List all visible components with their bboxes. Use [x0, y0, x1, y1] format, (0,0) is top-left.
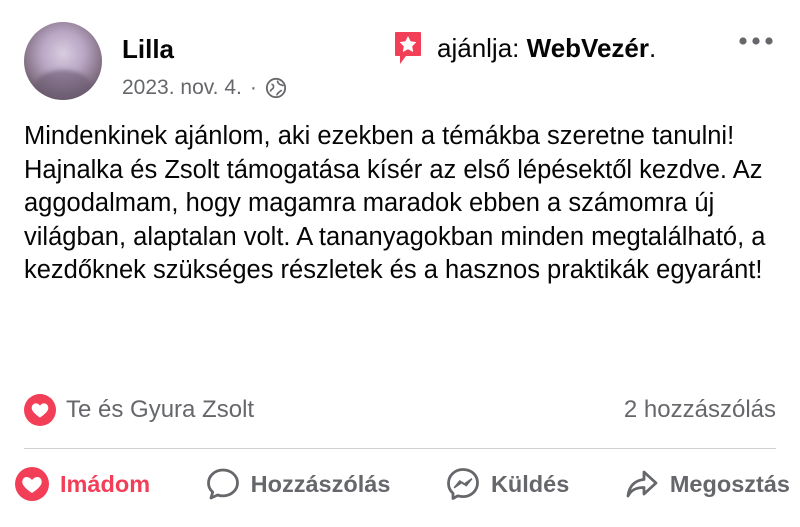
- share-icon: [626, 470, 658, 498]
- avatar[interactable]: [24, 22, 102, 100]
- more-options-icon[interactable]: [738, 36, 774, 46]
- comment-count[interactable]: 2 hozzászólás: [624, 396, 776, 424]
- love-label: Imádom: [60, 470, 151, 497]
- heart-icon: [15, 467, 49, 501]
- comment-button[interactable]: Hozzászólás: [205, 466, 391, 502]
- share-label: Megosztás: [669, 470, 790, 497]
- recommended-page[interactable]: WebVezér: [527, 33, 649, 63]
- recommend-verb: ajánlja:: [437, 32, 520, 63]
- comment-label: Hozzászólás: [250, 470, 391, 497]
- post-stats: Te és Gyura Zsolt 2 hozzászólás: [24, 394, 776, 426]
- post-date[interactable]: 2023. nov. 4.: [122, 76, 242, 100]
- meta-separator: ·: [249, 76, 257, 99]
- post-text: Mindenkinek ajánlom, aki ezekben a témák…: [24, 122, 766, 284]
- globe-icon: [265, 77, 286, 99]
- send-button[interactable]: Küldés: [445, 466, 569, 502]
- recommend-suffix: .: [649, 32, 657, 63]
- author-name[interactable]: Lilla: [122, 34, 174, 65]
- divider: [24, 448, 776, 449]
- send-label: Küldés: [490, 470, 570, 497]
- love-button[interactable]: Imádom: [14, 466, 150, 502]
- reactors-label: Te és Gyura Zsolt: [66, 396, 255, 423]
- recommend-icon: [395, 32, 421, 64]
- share-button[interactable]: Megosztás: [624, 466, 790, 502]
- recommendation: ajánlja: WebVezér.: [393, 30, 656, 66]
- heart-reaction-icon: [24, 394, 56, 426]
- comment-icon: [206, 468, 239, 500]
- messenger-icon: [447, 468, 479, 500]
- reactions-summary[interactable]: Te és Gyura Zsolt: [24, 394, 254, 426]
- action-bar: Imádom Hozzászólás Küldés Megosztás: [14, 466, 790, 502]
- post-meta: 2023. nov. 4. ·: [122, 76, 287, 100]
